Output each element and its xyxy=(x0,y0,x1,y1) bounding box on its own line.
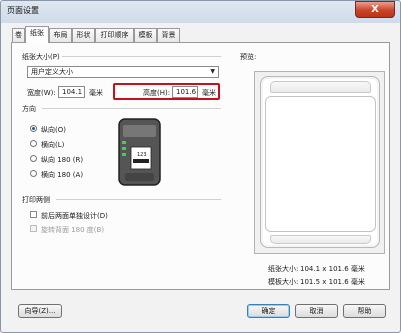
paper-size-dropdown[interactable]: 用户定义大小 ▼ xyxy=(27,66,219,78)
paper-printable-area xyxy=(265,96,376,232)
height-field[interactable]: 101.6 xyxy=(172,86,198,98)
orientation-landscape-180-radio[interactable] xyxy=(30,170,37,177)
rotate-back-label: 旋转背面 180 度(B) xyxy=(41,226,105,234)
width-unit: 毫米 xyxy=(89,89,103,97)
orientation-portrait-label: 纵向(O) xyxy=(41,126,66,134)
tab-print-order[interactable]: 打印顺序 xyxy=(95,28,134,42)
duplex-section-label: 打印两侧 xyxy=(22,196,50,204)
section-divider xyxy=(56,199,221,200)
paper-size-section-label: 纸张大小(P) xyxy=(22,53,60,61)
paper-top-band xyxy=(270,81,371,93)
width-value: 104.1 xyxy=(62,88,83,96)
orientation-landscape-label: 横向(L) xyxy=(41,141,65,149)
tab-paper[interactable]: 纸张 xyxy=(25,26,49,43)
tab-volume[interactable]: 卷 xyxy=(12,28,25,42)
template-size-info-label: 模板大小: xyxy=(268,278,299,286)
tab-background[interactable]: 背景 xyxy=(157,28,180,42)
preview-label: 预览: xyxy=(240,53,257,61)
section-divider xyxy=(62,56,221,57)
tab-template[interactable]: 模板 xyxy=(134,28,157,42)
design-front-back-label: 前后两面单独设计(D) xyxy=(41,212,108,220)
height-value: 101.6 xyxy=(176,88,197,96)
width-label: 宽度(W): xyxy=(27,89,56,97)
ok-button[interactable]: 确定 xyxy=(247,304,290,318)
height-unit: 毫米 xyxy=(202,89,216,97)
cancel-button[interactable]: 取消 xyxy=(295,304,338,318)
design-front-back-checkbox[interactable] xyxy=(30,211,37,218)
section-divider xyxy=(42,108,221,109)
paper-size-info-label: 纸张大小: xyxy=(268,265,299,273)
orientation-landscape-radio[interactable] xyxy=(30,140,37,147)
tab-layout[interactable]: 布局 xyxy=(49,28,72,42)
orientation-landscape-180-label: 横向 180 (A) xyxy=(41,171,84,179)
paper-size-info-value: 104.1 x 101.6 毫米 xyxy=(300,265,365,273)
orientation-section-label: 方向 xyxy=(22,105,36,113)
orientation-portrait-radio[interactable] xyxy=(30,125,37,132)
window-title: 页面设置 xyxy=(7,6,39,15)
close-button[interactable]: X xyxy=(355,1,395,18)
orientation-portrait-180-radio[interactable] xyxy=(30,155,37,162)
orientation-portrait-180-label: 纵向 180 (R) xyxy=(41,156,84,164)
paper-size-selected: 用户定义大小 xyxy=(31,68,73,76)
chevron-down-icon: ▼ xyxy=(210,68,215,75)
template-size-info-value: 101.5 x 101.6 毫米 xyxy=(300,278,365,286)
rotate-back-checkbox[interactable] xyxy=(30,225,37,232)
paper-bottom-band xyxy=(270,235,371,244)
width-field[interactable]: 104.1 xyxy=(58,86,85,98)
wizard-button[interactable]: 向导(Z)... xyxy=(18,304,62,318)
tab-shape[interactable]: 形状 xyxy=(72,28,95,42)
printer-icon-text: 123 xyxy=(137,152,147,158)
help-button[interactable]: 帮助 xyxy=(343,304,386,318)
height-label: 高度(H): xyxy=(143,89,171,97)
